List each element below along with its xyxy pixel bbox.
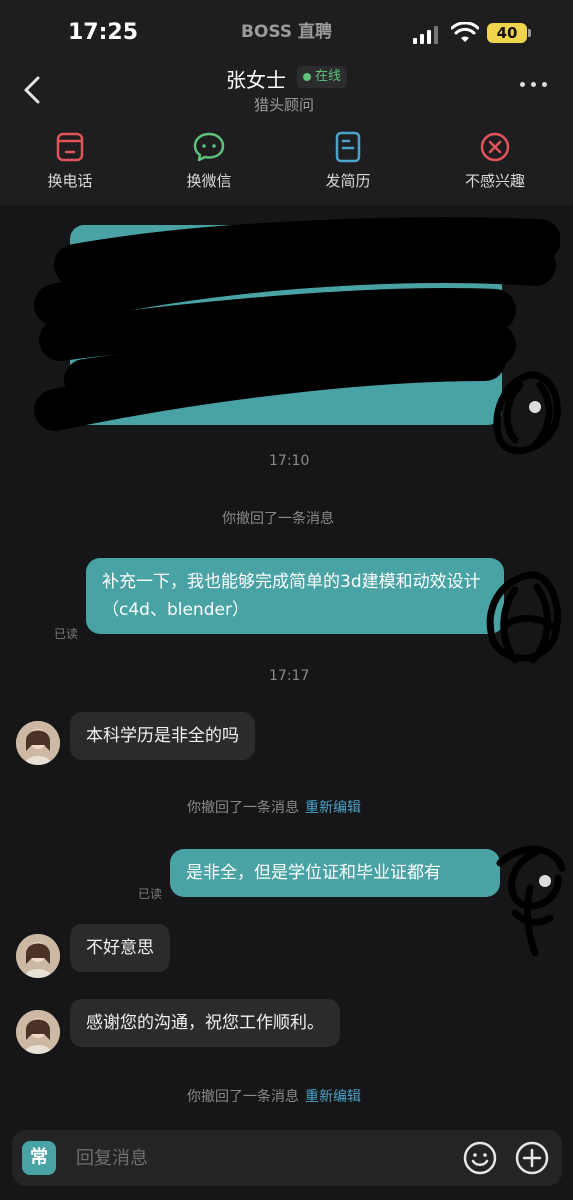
change-phone-button[interactable]: 换电话 [20, 130, 120, 191]
resume-icon [335, 131, 361, 163]
contact-avatar[interactable] [16, 934, 60, 978]
avatar-scribble [496, 845, 566, 957]
status-bar: 17:25 BOSS 直聘 40 [0, 0, 573, 60]
re-edit-link[interactable]: 重新编辑 [305, 1089, 361, 1105]
contact-role: 猎头顾问 [254, 96, 315, 114]
recall-notice: 你撤回了一条消息 [222, 511, 334, 527]
re-edit-link[interactable]: 重新编辑 [305, 800, 361, 816]
message-out[interactable]: 是非全，但是学位证和毕业证都有 [170, 849, 500, 897]
recall-notice: 你撤回了一条消息 重新编辑 [187, 1086, 361, 1106]
more-dots-icon[interactable] [520, 82, 547, 87]
phone-swap-icon [56, 132, 84, 162]
emoji-icon[interactable] [462, 1140, 498, 1176]
read-status: 已读 [54, 627, 79, 641]
online-badge: 在线 [297, 66, 348, 88]
input-bar: 常 回复消息 [0, 1120, 573, 1200]
chevron-left-icon[interactable] [18, 74, 50, 106]
recall-notice: 你撤回了一条消息 重新编辑 [187, 797, 361, 817]
redacted-message-bubble[interactable] [70, 225, 502, 425]
timestamp: 17:10 [269, 453, 310, 469]
send-resume-label: 发简历 [325, 172, 371, 190]
change-phone-label: 换电话 [47, 172, 93, 190]
signal-icon [413, 24, 438, 44]
timestamp: 17:17 [269, 668, 310, 684]
reply-input[interactable]: 回复消息 [76, 1144, 148, 1170]
contact-name[interactable]: 张女士 [226, 64, 286, 93]
not-interested-button[interactable]: 不感兴趣 [445, 130, 545, 191]
recall-text: 你撤回了一条消息 [187, 800, 299, 816]
change-wechat-label: 换微信 [186, 172, 232, 190]
not-interested-label: 不感兴趣 [464, 172, 525, 190]
message-in[interactable]: 本科学历是非全的吗 [70, 712, 255, 760]
contact-avatar[interactable] [16, 1010, 60, 1054]
message-in[interactable]: 感谢您的沟通，祝您工作顺利。 [70, 999, 340, 1047]
not-interested-icon [480, 132, 510, 162]
chat-area[interactable]: 17:10 你撤回了一条消息 已读 补充一下，我也能够完成简单的3d建模和动效设… [0, 205, 573, 1120]
battery-tip [528, 29, 531, 37]
status-time: 17:25 [68, 20, 139, 45]
wifi-icon [451, 22, 479, 42]
contact-avatar[interactable] [16, 721, 60, 765]
change-wechat-button[interactable]: 换微信 [159, 130, 259, 191]
battery-icon: 40 [487, 23, 527, 43]
plus-icon[interactable] [514, 1140, 550, 1176]
read-status: 已读 [138, 887, 163, 901]
message-out[interactable]: 补充一下，我也能够完成简单的3d建模和动效设计（c4d、blender） [86, 558, 504, 634]
send-resume-button[interactable]: 发简历 [298, 130, 398, 191]
chat-header: 张女士 在线 猎头顾问 换电话 换微信 发简历 不感兴趣 [0, 60, 573, 205]
status-app-name: BOSS 直聘 [241, 22, 333, 42]
message-in[interactable]: 不好意思 [70, 924, 170, 972]
common-phrases-button[interactable]: 常 [22, 1141, 56, 1175]
recall-text: 你撤回了一条消息 [187, 1089, 299, 1105]
action-bar: 换电话 换微信 发简历 不感兴趣 [0, 130, 573, 200]
wechat-icon [193, 132, 225, 162]
